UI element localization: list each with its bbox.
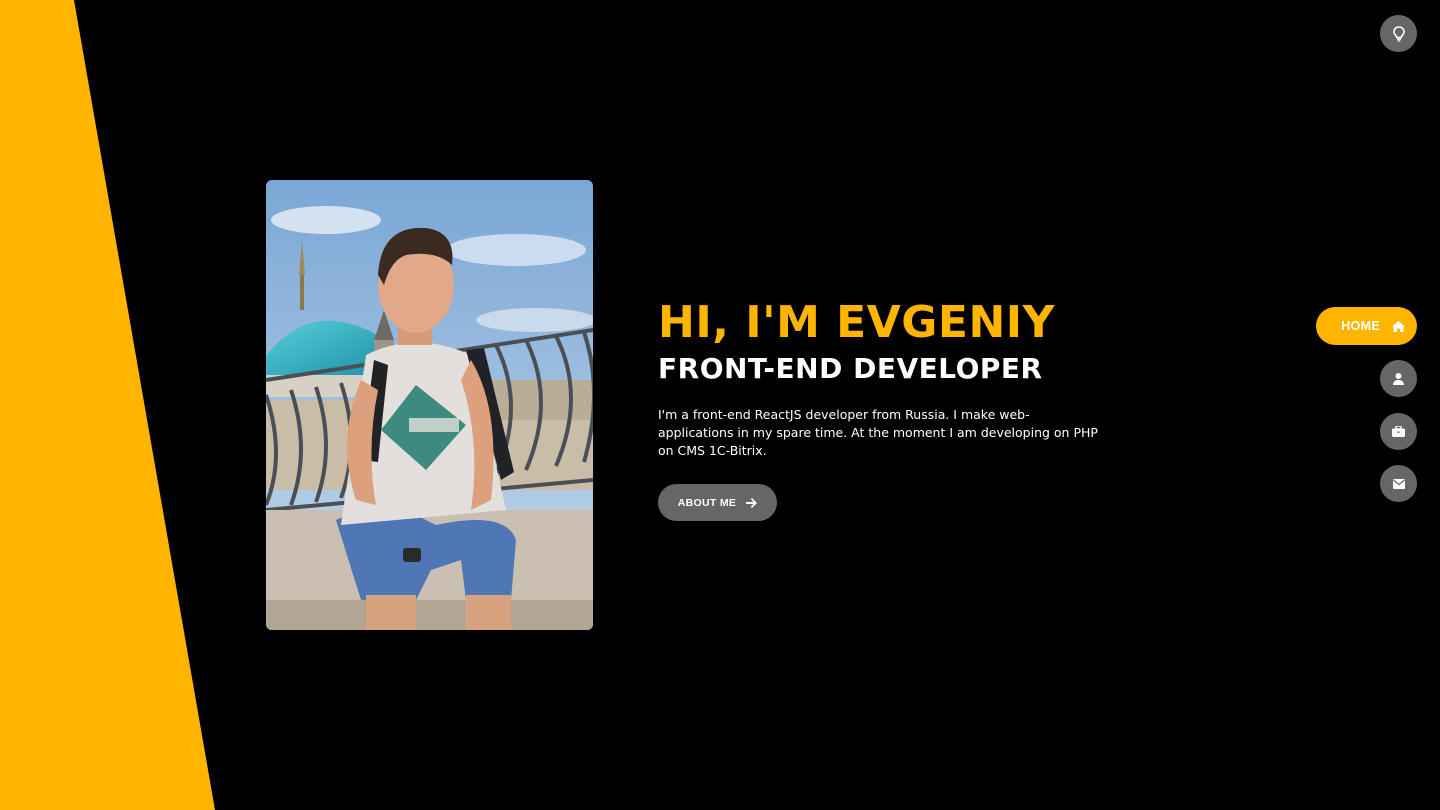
nav-portfolio-button[interactable] <box>1380 413 1417 450</box>
nav-home-button[interactable]: HOME <box>1316 307 1417 345</box>
nav-contact-button[interactable] <box>1380 465 1417 502</box>
page-root: HI, I'M EVGENIY FRONT-END DEVELOPER I'm … <box>0 0 1440 810</box>
hero-role: FRONT-END DEVELOPER <box>658 352 1043 385</box>
lightbulb-icon <box>1392 25 1405 42</box>
hero-description: I'm a front-end ReactJS developer from R… <box>658 407 1098 458</box>
user-icon <box>1393 372 1404 385</box>
about-me-button-label: ABOUT ME <box>677 496 737 509</box>
profile-photo <box>266 180 593 630</box>
envelope-icon <box>1392 478 1405 489</box>
nav-home-label: HOME <box>1341 319 1380 333</box>
nav-about-button[interactable] <box>1380 360 1417 397</box>
hero-greeting: HI, I'M EVGENIY <box>658 297 1056 348</box>
arrow-right-icon <box>746 497 758 508</box>
hero-section: HI, I'M EVGENIY FRONT-END DEVELOPER I'm … <box>658 296 1118 521</box>
home-icon <box>1392 320 1405 332</box>
about-me-button[interactable]: ABOUT ME <box>658 484 777 521</box>
briefcase-icon <box>1392 426 1405 437</box>
theme-toggle-button[interactable] <box>1380 15 1417 52</box>
